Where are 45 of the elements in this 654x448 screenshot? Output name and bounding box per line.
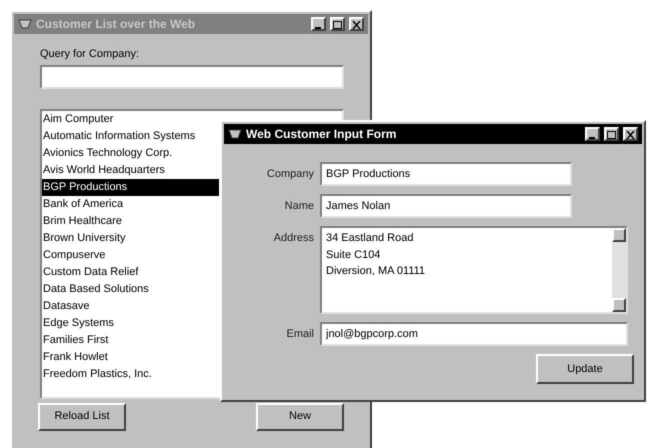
- list-item[interactable]: Families First: [42, 332, 219, 348]
- list-item[interactable]: Datasave: [42, 298, 219, 314]
- text-field[interactable]: BGP Productions: [320, 162, 572, 186]
- maximize-button[interactable]: [330, 17, 345, 31]
- app-icon: [18, 18, 32, 30]
- maximize-icon: [333, 21, 342, 29]
- field-label: Company: [266, 167, 315, 182]
- field-label: Address: [272, 231, 315, 246]
- list-item[interactable]: Brim Healthcare: [42, 212, 219, 230]
- list-item[interactable]: Compuserve: [42, 246, 219, 264]
- list-item[interactable]: Data Based Solutions: [42, 280, 219, 298]
- text-field[interactable]: jnol@bgpcorp.com: [320, 322, 628, 346]
- field-label: Email: [285, 327, 315, 342]
- query-label: Query for Company:: [40, 47, 140, 62]
- close-button[interactable]: [349, 17, 364, 31]
- window-title: Customer List over the Web: [36, 16, 196, 33]
- window-button[interactable]: New: [256, 402, 344, 430]
- list-item[interactable]: Freedom Plastics, Inc.: [42, 366, 219, 382]
- list-item[interactable]: Frank Howlet: [42, 348, 219, 366]
- list-item[interactable]: Brown University: [42, 230, 219, 246]
- address-text: 34 Eastland Road Suite C104 Diversion, MA 01111: [325, 231, 426, 279]
- list-item[interactable]: Avionics Technology Corp.: [42, 144, 219, 162]
- address-field[interactable]: 34 Eastland Road Suite C104 Diversion, MA 01111: [320, 226, 628, 314]
- list-item[interactable]: Custom Data Relief: [42, 264, 219, 280]
- field-label: Name: [284, 199, 315, 214]
- app-icon: [228, 128, 242, 140]
- text-field[interactable]: James Nolan: [320, 194, 572, 218]
- maximize-button[interactable]: [604, 127, 619, 141]
- list-item[interactable]: BGP Productions: [42, 178, 219, 196]
- scrollbar[interactable]: [612, 228, 626, 312]
- maximize-icon: [607, 131, 616, 139]
- window-title: Web Customer Input Form: [246, 126, 398, 143]
- minimize-button[interactable]: [585, 127, 600, 141]
- list-item[interactable]: Aim Computer: [42, 110, 219, 128]
- close-icon: [352, 21, 361, 29]
- minimize-button[interactable]: [311, 17, 326, 31]
- list-item[interactable]: Bank of America: [42, 196, 219, 212]
- close-icon: [626, 131, 635, 139]
- update-button[interactable]: Update: [536, 354, 634, 384]
- list-item[interactable]: Automatic Information Systems: [42, 128, 219, 144]
- query-field[interactable]: [40, 64, 344, 88]
- window-button[interactable]: Reload List: [38, 402, 126, 430]
- list-item[interactable]: Edge Systems: [42, 314, 219, 332]
- list-item[interactable]: Avis World Headquarters: [42, 162, 219, 178]
- close-button[interactable]: [623, 127, 638, 141]
